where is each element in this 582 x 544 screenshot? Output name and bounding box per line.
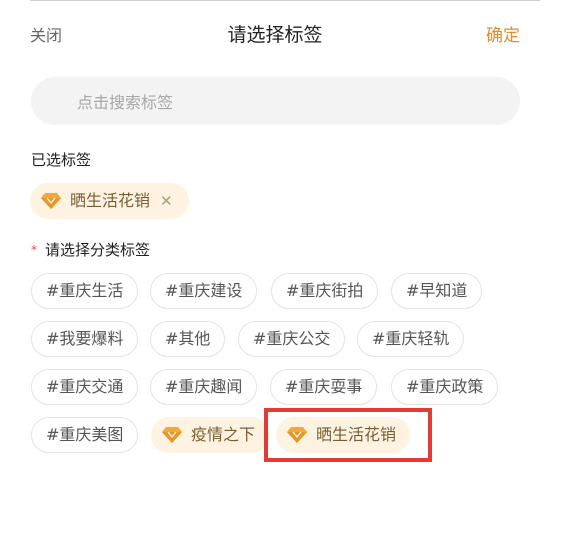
tag-chip[interactable]: #重庆耍事 bbox=[270, 369, 378, 405]
search-bar[interactable] bbox=[31, 77, 520, 127]
page-title: 请选择标签 bbox=[227, 24, 323, 46]
selected-tag-label: 晒生活花销 bbox=[70, 191, 151, 210]
tag-chip[interactable]: #重庆政策 bbox=[391, 369, 499, 405]
top-divider bbox=[30, 0, 540, 1]
tag-chip[interactable]: #其他 bbox=[150, 321, 226, 357]
selected-tags-label: 已选标签 bbox=[31, 151, 92, 169]
diamond-icon bbox=[161, 426, 183, 444]
tag-chip[interactable]: #重庆趣闻 bbox=[150, 369, 258, 405]
category-tags-label-text: 请选择分类标签 bbox=[45, 241, 151, 259]
header: 关闭 请选择标签 确定 bbox=[0, 14, 582, 50]
tag-chip[interactable]: #我要爆料 bbox=[31, 321, 139, 357]
tag-chip[interactable]: #重庆交通 bbox=[31, 369, 139, 405]
tag-chip[interactable]: #重庆生活 bbox=[31, 273, 139, 309]
highlight-annotation-box bbox=[264, 408, 432, 462]
required-mark: * bbox=[31, 243, 37, 257]
tag-chip[interactable]: #重庆建设 bbox=[150, 273, 258, 309]
diamond-icon bbox=[40, 192, 62, 210]
search-input[interactable] bbox=[75, 77, 499, 127]
tag-chip[interactable]: #重庆美图 bbox=[31, 417, 139, 453]
confirm-button[interactable]: 确定 bbox=[486, 21, 520, 46]
close-icon[interactable]: ✕ bbox=[160, 183, 173, 219]
special-tag-label: 疫情之下 bbox=[191, 425, 256, 444]
category-tags-label: * 请选择分类标签 bbox=[31, 239, 150, 260]
selected-tag[interactable]: 晒生活花销 ✕ bbox=[30, 183, 189, 219]
special-tag-chip[interactable]: 疫情之下 bbox=[151, 417, 270, 453]
tag-chip[interactable]: #早知道 bbox=[391, 273, 483, 309]
tag-chip[interactable]: #重庆公交 bbox=[238, 321, 346, 357]
tag-chip[interactable]: #重庆街拍 bbox=[271, 273, 379, 309]
tag-chip[interactable]: #重庆轻轨 bbox=[357, 321, 465, 357]
